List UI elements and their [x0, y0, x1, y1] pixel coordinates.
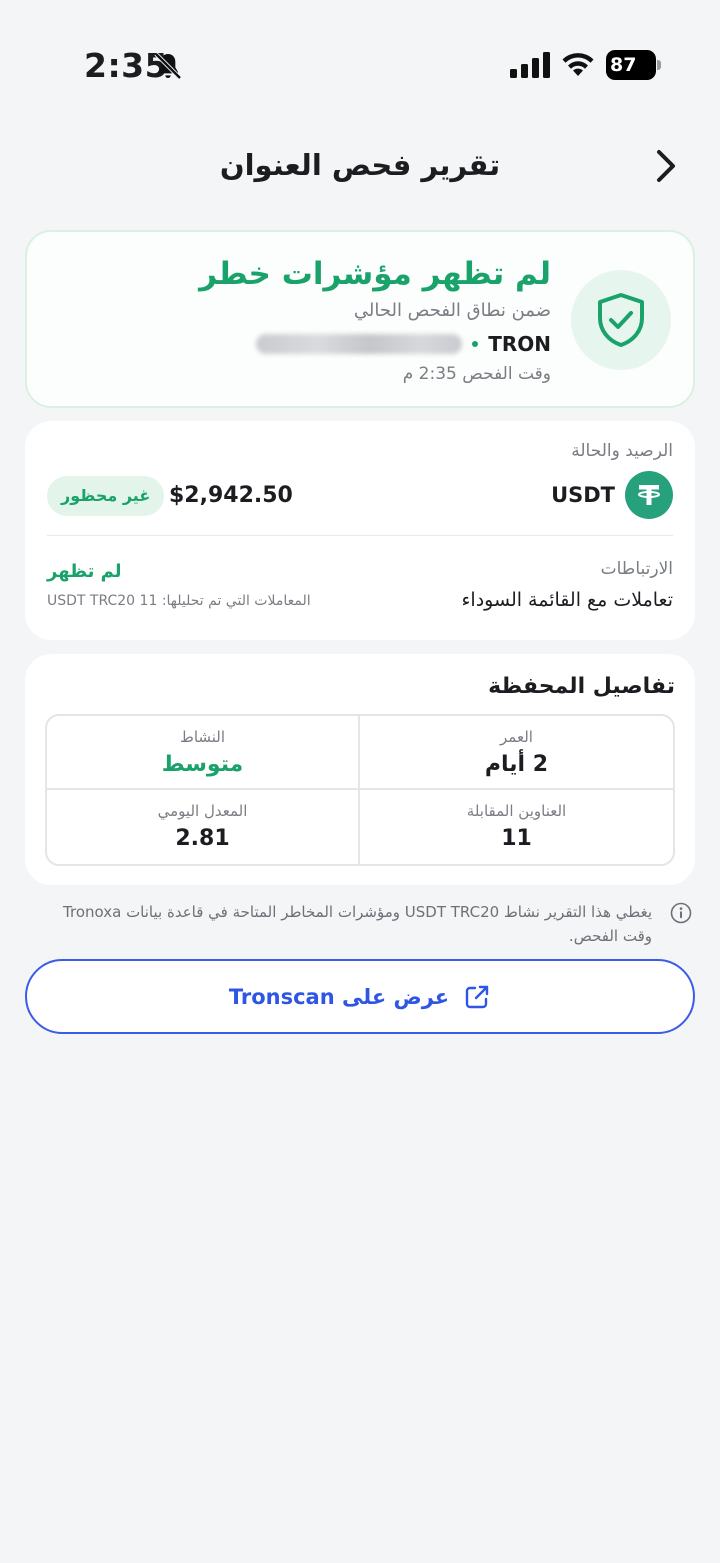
- counterparties-value: 11: [501, 826, 532, 851]
- age-label: العمر: [500, 728, 533, 746]
- activity-value: متوسط: [161, 752, 244, 777]
- associations-label: الارتباطات: [600, 559, 673, 579]
- age-cell: العمر 2 أيام: [360, 716, 673, 790]
- result-subtitle: ضمن نطاق الفحص الحالي: [353, 300, 551, 321]
- counterparties-label: العناوين المقابلة: [466, 802, 567, 820]
- scan-result-card: لم تظهر مؤشرات خطر ضمن نطاق الفحص الحالي…: [25, 230, 695, 408]
- status-bar: 2:35 87: [0, 0, 720, 130]
- age-value: 2 أيام: [484, 752, 549, 777]
- associations-status: لم تظهر: [47, 561, 122, 582]
- info-icon: [670, 902, 692, 924]
- separator-dot: [472, 341, 479, 347]
- bell-muted-icon: [154, 52, 182, 80]
- battery-level: 87: [610, 54, 637, 76]
- network-name: TRON: [488, 332, 551, 356]
- balance-amount: $2,942.50: [169, 483, 293, 508]
- status-badge: غير محظور: [47, 476, 165, 516]
- page-title: تقرير فحص العنوان: [219, 148, 501, 182]
- tether-icon: [625, 471, 673, 519]
- activity-cell: النشاط متوسط: [47, 716, 360, 790]
- activity-label: النشاط: [179, 728, 226, 746]
- page-header: تقرير فحص العنوان: [0, 130, 720, 205]
- associations-value: تعاملات مع القائمة السوداء: [461, 589, 674, 611]
- info-note: يغطي هذا التقرير نشاط USDT TRC20 ومؤشرات…: [50, 900, 692, 948]
- shield-check-icon: [598, 293, 644, 347]
- result-title: لم تظهر مؤشرات خطر: [199, 256, 551, 292]
- scan-time: وقت الفحص 2:35 م: [402, 364, 551, 384]
- details-grid: العمر 2 أيام النشاط متوسط العناوين المقا…: [45, 714, 675, 866]
- blurred-address: [256, 334, 463, 354]
- chevron-right-icon: [657, 150, 675, 182]
- shield-badge: [571, 270, 671, 370]
- back-button[interactable]: [648, 146, 684, 186]
- counterparties-cell: العناوين المقابلة 11: [360, 790, 673, 864]
- tronscan-button-label: عرض على Tronscan: [228, 984, 450, 1009]
- wifi-icon: [562, 53, 594, 76]
- details-title: تفاصيل المحفظة: [488, 674, 675, 699]
- daily-rate-value: 2.81: [175, 826, 230, 851]
- balance-section-label: الرصيد والحالة: [571, 441, 673, 461]
- battery-icon: 87: [606, 50, 662, 80]
- wallet-details-card: تفاصيل المحفظة العمر 2 أيام النشاط متوسط…: [25, 654, 695, 885]
- token-name: USDT: [551, 483, 615, 507]
- view-on-tronscan-button[interactable]: عرض على Tronscan: [25, 959, 695, 1034]
- daily-rate-label: المعدل اليومي: [157, 802, 248, 820]
- external-link-icon: [465, 985, 489, 1008]
- cellular-signal-icon: [510, 52, 550, 78]
- divider: [47, 535, 673, 536]
- network-row: TRON: [256, 332, 551, 356]
- balance-status-card: الرصيد والحالة USDT $2,942.50 غير محظور …: [25, 421, 695, 640]
- info-note-text: يغطي هذا التقرير نشاط USDT TRC20 ومؤشرات…: [63, 903, 652, 945]
- daily-rate-cell: المعدل اليومي 2.81: [47, 790, 360, 864]
- associations-note: المعاملات التي تم تحليلها: 11 USDT TRC20: [47, 593, 311, 609]
